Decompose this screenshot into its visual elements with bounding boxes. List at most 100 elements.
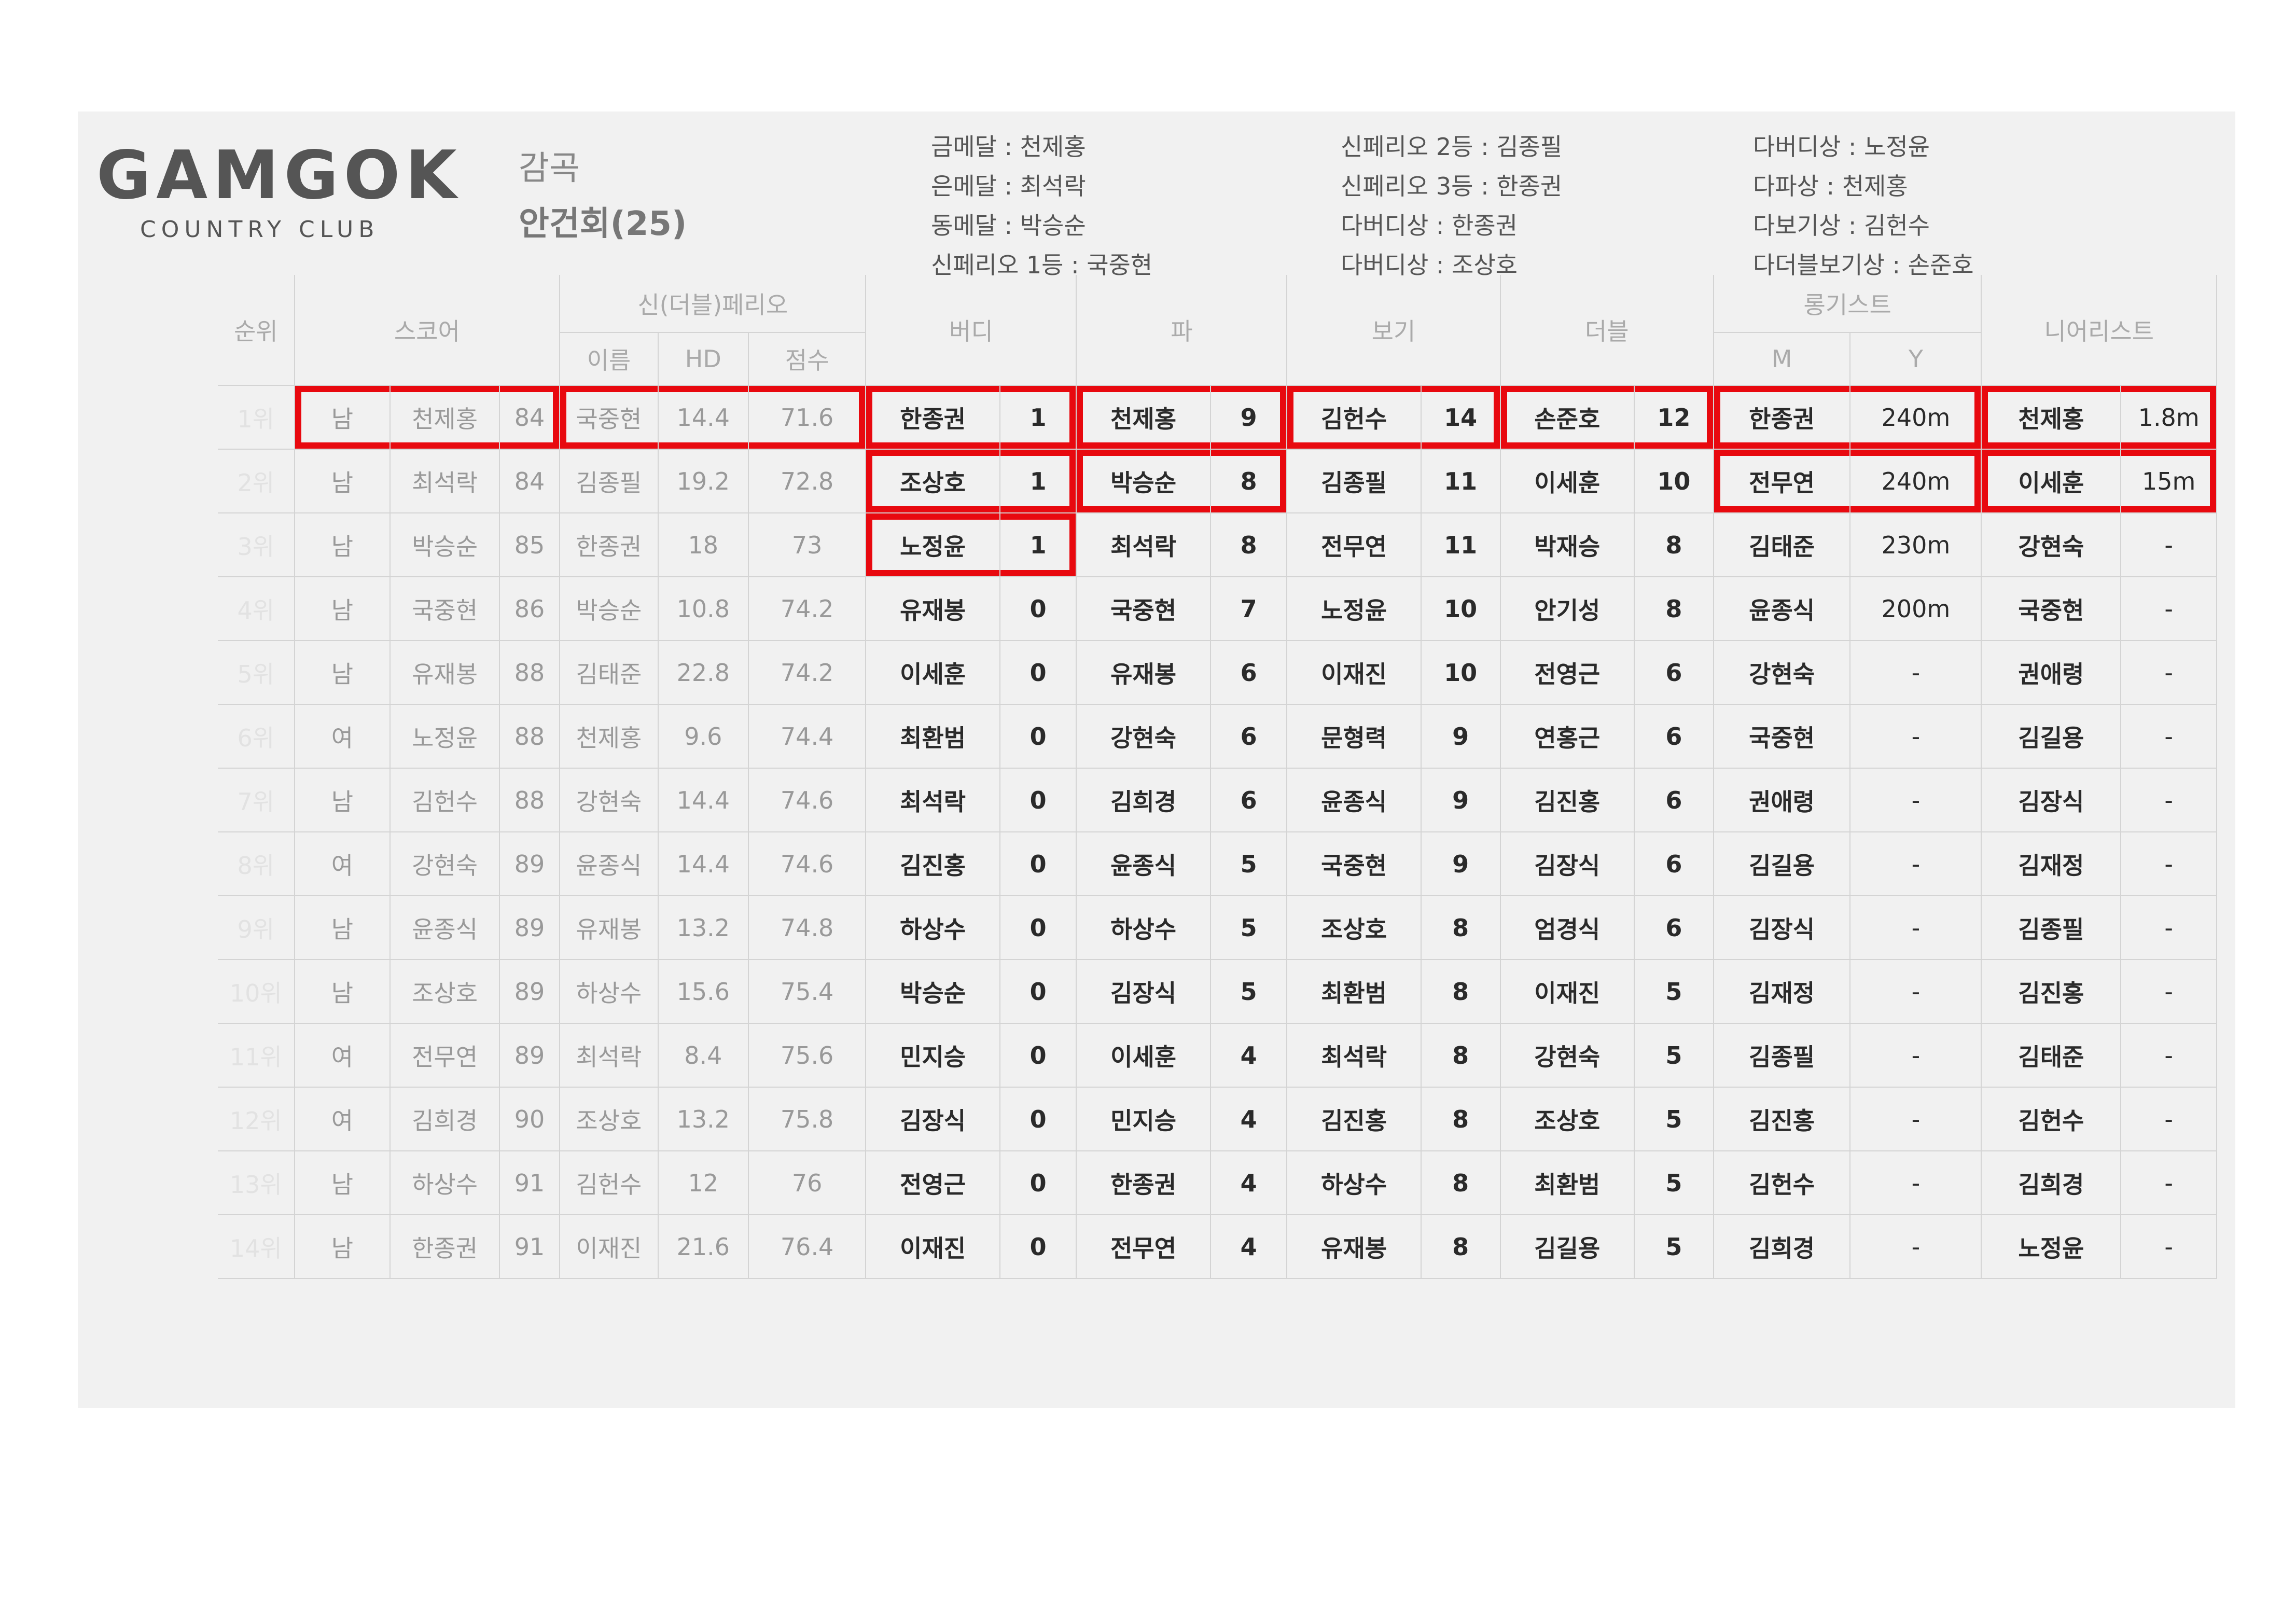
nearest-name: 김길용 <box>1981 704 2122 769</box>
par-count: 9 <box>1210 385 1288 450</box>
birdie-count: 1 <box>999 513 1077 577</box>
longest-distance: - <box>1850 1023 1982 1088</box>
birdie-name: 노정윤 <box>866 513 1000 577</box>
peoria-points: 73 <box>748 513 867 577</box>
table-row: 12위 여 김희경 90 조상호 13.2 75.8 김장식 0 민지승 4 김진홍 8 조상호 5 김진홍 -… <box>218 1087 2217 1151</box>
double-count: 12 <box>1634 385 1714 450</box>
birdie-name: 하상수 <box>866 896 1000 960</box>
nearest-distance: - <box>2121 1023 2217 1088</box>
header-longest: 롱기스트 <box>1713 275 1982 333</box>
header-longest-y: Y <box>1850 332 1982 386</box>
par-count: 4 <box>1210 1215 1288 1279</box>
bogey-count: 10 <box>1421 641 1501 705</box>
double-name: 손준호 <box>1500 385 1635 450</box>
gender-cell: 여 <box>294 1087 391 1151</box>
longest-name: 김헌수 <box>1713 1151 1851 1215</box>
nearest-distance: - <box>2121 832 2217 896</box>
nearest-name: 김장식 <box>1981 768 2122 832</box>
peoria-hd: 18 <box>658 513 749 577</box>
double-name: 엄경식 <box>1500 896 1635 960</box>
par-name: 김희경 <box>1076 768 1211 832</box>
bogey-name: 윤종식 <box>1287 768 1422 832</box>
peoria-name: 김종필 <box>560 449 659 513</box>
peoria-points: 75.4 <box>748 960 867 1024</box>
bogey-name: 유재봉 <box>1287 1215 1422 1279</box>
peoria-hd: 8.4 <box>658 1023 749 1088</box>
bogey-count: 9 <box>1421 832 1501 896</box>
player-score: 89 <box>499 1023 561 1088</box>
gender-cell: 남 <box>294 1215 391 1279</box>
birdie-count: 1 <box>999 449 1077 513</box>
peoria-points: 76.4 <box>748 1215 867 1279</box>
longest-distance: - <box>1850 1151 1982 1215</box>
birdie-name: 김진홍 <box>866 832 1000 896</box>
longest-name: 전무연 <box>1713 449 1851 513</box>
header-birdie: 버디 <box>866 275 1077 386</box>
par-name: 천제홍 <box>1076 385 1211 450</box>
par-count: 4 <box>1210 1151 1288 1215</box>
header-par: 파 <box>1076 275 1288 386</box>
peoria-hd: 14.4 <box>658 768 749 832</box>
player-score: 88 <box>499 768 561 832</box>
double-count: 6 <box>1634 896 1714 960</box>
nearest-distance: - <box>2121 1151 2217 1215</box>
nearest-distance: 15m <box>2121 449 2217 513</box>
peoria-name: 이재진 <box>560 1215 659 1279</box>
longest-name: 강현숙 <box>1713 641 1851 705</box>
award-item: 금메달 : 천제홍 <box>931 133 1086 161</box>
player-score: 86 <box>499 577 561 641</box>
rank-cell: 12위 <box>218 1087 295 1151</box>
peoria-hd: 12 <box>658 1151 749 1215</box>
bogey-name: 조상호 <box>1287 896 1422 960</box>
bogey-name: 노정윤 <box>1287 577 1422 641</box>
peoria-hd: 21.6 <box>658 1215 749 1279</box>
rank-cell: 10위 <box>218 960 295 1024</box>
birdie-count: 0 <box>999 832 1077 896</box>
birdie-count: 1 <box>999 385 1077 450</box>
peoria-name: 천제홍 <box>560 704 659 769</box>
gender-cell: 여 <box>294 832 391 896</box>
double-name: 이세훈 <box>1500 449 1635 513</box>
peoria-points: 75.6 <box>748 1023 867 1088</box>
peoria-hd: 10.8 <box>658 577 749 641</box>
table-row: 14위 남 한종권 91 이재진 21.6 76.4 이재진 0 전무연 4 유재봉 8 김길용 5 김희경 -… <box>218 1215 2217 1279</box>
longest-name: 국중현 <box>1713 704 1851 769</box>
bogey-count: 11 <box>1421 449 1501 513</box>
birdie-count: 0 <box>999 960 1077 1024</box>
gender-cell: 남 <box>294 513 391 577</box>
header-peoria-name: 이름 <box>560 332 659 386</box>
nearest-distance: - <box>2121 1215 2217 1279</box>
double-count: 6 <box>1634 704 1714 769</box>
longest-name: 한종권 <box>1713 385 1851 450</box>
peoria-name: 조상호 <box>560 1087 659 1151</box>
player-name: 유재봉 <box>390 641 500 705</box>
award-item: 다버디상 : 노정윤 <box>1753 133 1930 161</box>
rank-cell: 1위 <box>218 385 295 450</box>
rank-cell: 7위 <box>218 768 295 832</box>
double-name: 김장식 <box>1500 832 1635 896</box>
rank-cell: 9위 <box>218 896 295 960</box>
table-row: 5위 남 유재봉 88 김태준 22.8 74.2 이세훈 0 유재봉 6 이재진 10 전영근 6 강현숙 -… <box>218 641 2217 705</box>
longest-distance: 200m <box>1850 577 1982 641</box>
peoria-name: 박승순 <box>560 577 659 641</box>
table-row: 13위 남 하상수 91 김헌수 12 76 전영근 0 한종권 4 하상수 8 최환범 5 김헌수 - 김희경 - <box>218 1151 2217 1215</box>
par-count: 5 <box>1210 832 1288 896</box>
peoria-name: 김헌수 <box>560 1151 659 1215</box>
double-count: 6 <box>1634 768 1714 832</box>
award-item: 동메달 : 박승순 <box>931 212 1086 240</box>
par-name: 국중현 <box>1076 577 1211 641</box>
double-count: 5 <box>1634 1215 1714 1279</box>
awards-column-1: 금메달 : 천제홍 은메달 : 최석락 동메달 : 박승순 신페리오 1등 : … <box>931 127 1152 285</box>
peoria-hd: 22.8 <box>658 641 749 705</box>
player-score: 91 <box>499 1151 561 1215</box>
par-name: 민지승 <box>1076 1087 1211 1151</box>
par-count: 5 <box>1210 896 1288 960</box>
par-count: 5 <box>1210 960 1288 1024</box>
player-name: 김희경 <box>390 1087 500 1151</box>
awards-column-3: 다버디상 : 노정윤 다파상 : 천제홍 다보기상 : 김헌수 다더블보기상 :… <box>1753 127 1974 285</box>
double-count: 5 <box>1634 960 1714 1024</box>
longest-distance: - <box>1850 641 1982 705</box>
nearest-name: 김희경 <box>1981 1151 2122 1215</box>
rank-cell: 6위 <box>218 704 295 769</box>
player-score: 91 <box>499 1215 561 1279</box>
